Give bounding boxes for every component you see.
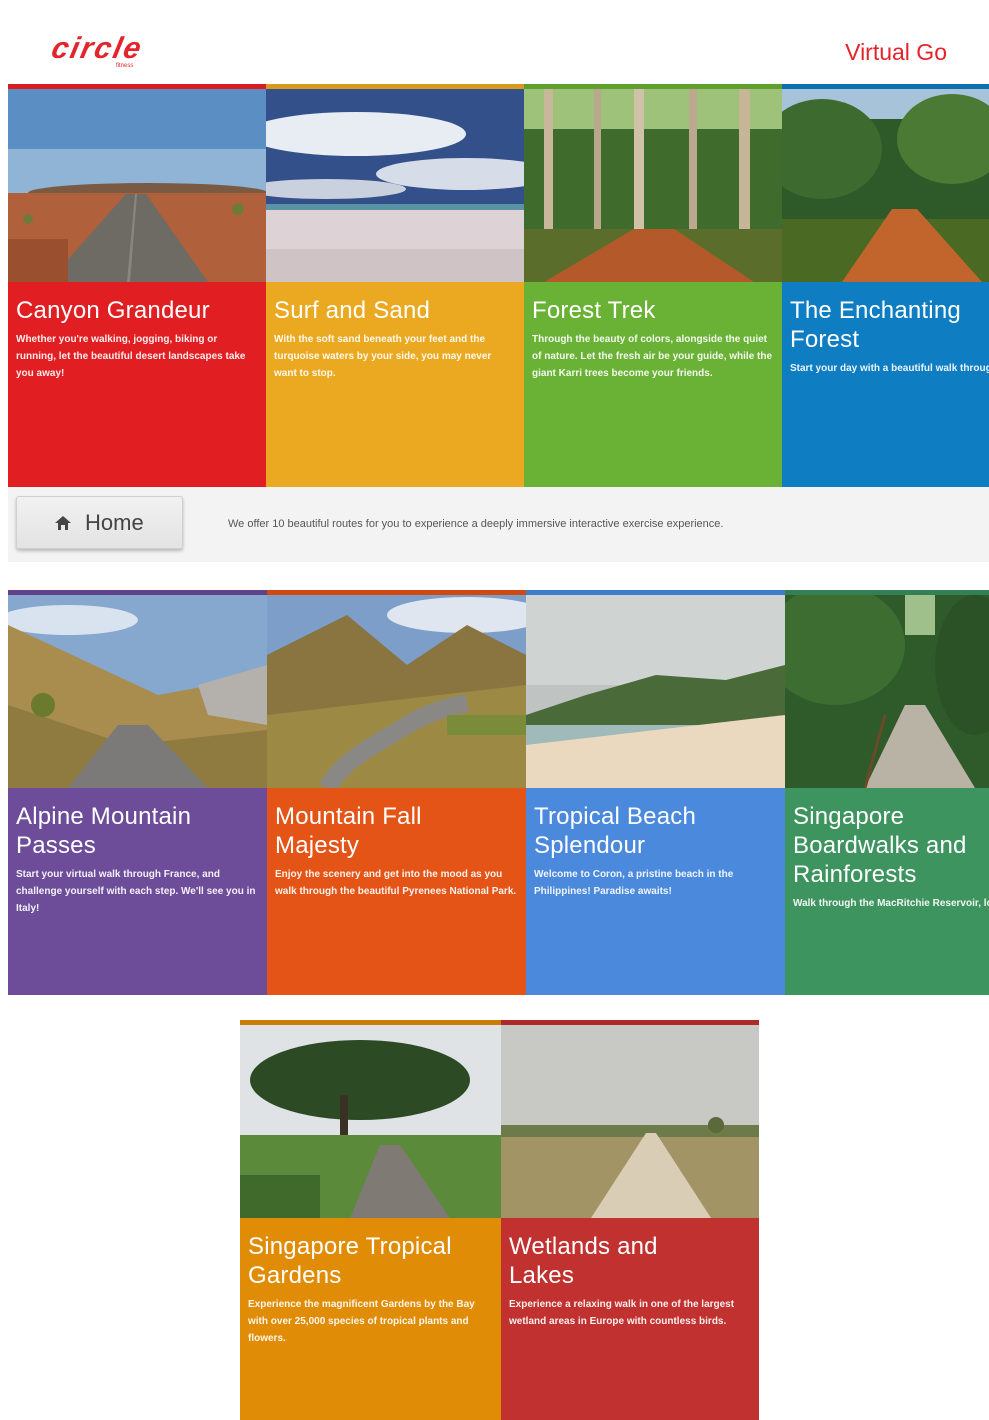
route-tile-singapore-boardwalks[interactable]: Singapore Boardwalks and Rainforests Wal… — [785, 590, 989, 995]
route-title: Canyon Grandeur — [16, 297, 210, 324]
route-photo — [524, 89, 782, 282]
route-photo — [8, 595, 267, 788]
home-icon — [55, 516, 71, 530]
route-tile-surf-and-sand[interactable]: Surf and Sand With the soft sand beneath… — [266, 84, 524, 487]
home-button[interactable]: Home — [16, 496, 183, 549]
route-title: Tropical Beach Splendour — [534, 803, 696, 859]
route-description: With the soft sand beneath your feet and… — [274, 334, 492, 379]
route-tile-mountain-fall-majesty[interactable]: Mountain Fall Majesty Enjoy the scenery … — [267, 590, 526, 995]
circle-logo[interactable]: circle fitness — [48, 32, 192, 69]
route-panel: Tropical Beach Splendour Welcome to Coro… — [526, 788, 785, 995]
route-description: Welcome to Coron, a pristine beach in th… — [534, 869, 734, 897]
route-photo — [266, 89, 524, 282]
route-description: Start your virtual walk through France, … — [16, 869, 256, 914]
route-title: The Enchanting Forest — [790, 297, 961, 353]
logo-subtitle: fitness — [116, 63, 134, 69]
route-panel: Singapore Boardwalks and Rainforests Wal… — [785, 788, 989, 995]
logo-wordmark: circle — [48, 32, 147, 65]
route-panel: Forest Trek Through the beauty of colors… — [524, 282, 782, 487]
home-bar: Home We offer 10 beautiful routes for yo… — [8, 487, 989, 562]
app-header: circle fitness Virtual Go — [0, 0, 989, 84]
route-panel: Wetlands and Lakes Experience a relaxing… — [501, 1218, 759, 1420]
route-title: Forest Trek — [532, 297, 656, 324]
route-description: Whether you're walking, jogging, biking … — [16, 334, 246, 379]
route-photo — [8, 89, 266, 282]
route-description: Start your day with a beautiful walk thr… — [790, 363, 989, 374]
route-panel: Singapore Tropical Gardens Experience th… — [240, 1218, 501, 1420]
routes-info-text: We offer 10 beautiful routes for you to … — [228, 518, 724, 530]
route-description: Through the beauty of colors, alongside … — [532, 334, 773, 379]
route-photo — [782, 89, 989, 282]
route-tile-enchanting-forest[interactable]: The Enchanting Forest Start your day wit… — [782, 84, 989, 487]
route-description: Experience a relaxing walk in one of the… — [509, 1299, 735, 1327]
route-tile-forest-trek[interactable]: Forest Trek Through the beauty of colors… — [524, 84, 782, 487]
route-tile-singapore-tropical-gardens[interactable]: Singapore Tropical Gardens Experience th… — [240, 1020, 501, 1420]
route-description: Experience the magnificent Gardens by th… — [248, 1299, 475, 1344]
route-panel: Mountain Fall Majesty Enjoy the scenery … — [267, 788, 526, 995]
route-photo — [501, 1025, 759, 1218]
route-title: Mountain Fall Majesty — [275, 803, 422, 859]
route-title: Singapore Boardwalks and Rainforests — [793, 803, 967, 888]
route-panel: The Enchanting Forest Start your day wit… — [782, 282, 989, 487]
route-description: Walk through the MacRitchie Reservoir, l… — [793, 898, 989, 909]
route-panel: Canyon Grandeur Whether you're walking, … — [8, 282, 266, 487]
route-photo — [526, 595, 785, 788]
route-title: Surf and Sand — [274, 297, 431, 324]
route-tile-alpine-mountain-passes[interactable]: Alpine Mountain Passes Start your virtua… — [8, 590, 267, 995]
route-tile-tropical-beach-splendour[interactable]: Tropical Beach Splendour Welcome to Coro… — [526, 590, 785, 995]
route-panel: Alpine Mountain Passes Start your virtua… — [8, 788, 267, 995]
route-title: Alpine Mountain Passes — [16, 803, 192, 859]
route-photo — [267, 595, 526, 788]
route-description: Enjoy the scenery and get into the mood … — [275, 869, 517, 897]
route-panel: Surf and Sand With the soft sand beneath… — [266, 282, 524, 487]
app-title: Virtual Go — [845, 39, 947, 65]
route-tile-wetlands-and-lakes[interactable]: Wetlands and Lakes Experience a relaxing… — [501, 1020, 759, 1420]
route-photo — [785, 595, 989, 788]
route-photo — [240, 1025, 501, 1218]
route-title: Singapore Tropical Gardens — [248, 1233, 452, 1289]
home-button-label: Home — [85, 510, 144, 535]
route-title: Wetlands and Lakes — [509, 1233, 658, 1289]
route-tile-canyon-grandeur[interactable]: Canyon Grandeur Whether you're walking, … — [8, 84, 266, 487]
